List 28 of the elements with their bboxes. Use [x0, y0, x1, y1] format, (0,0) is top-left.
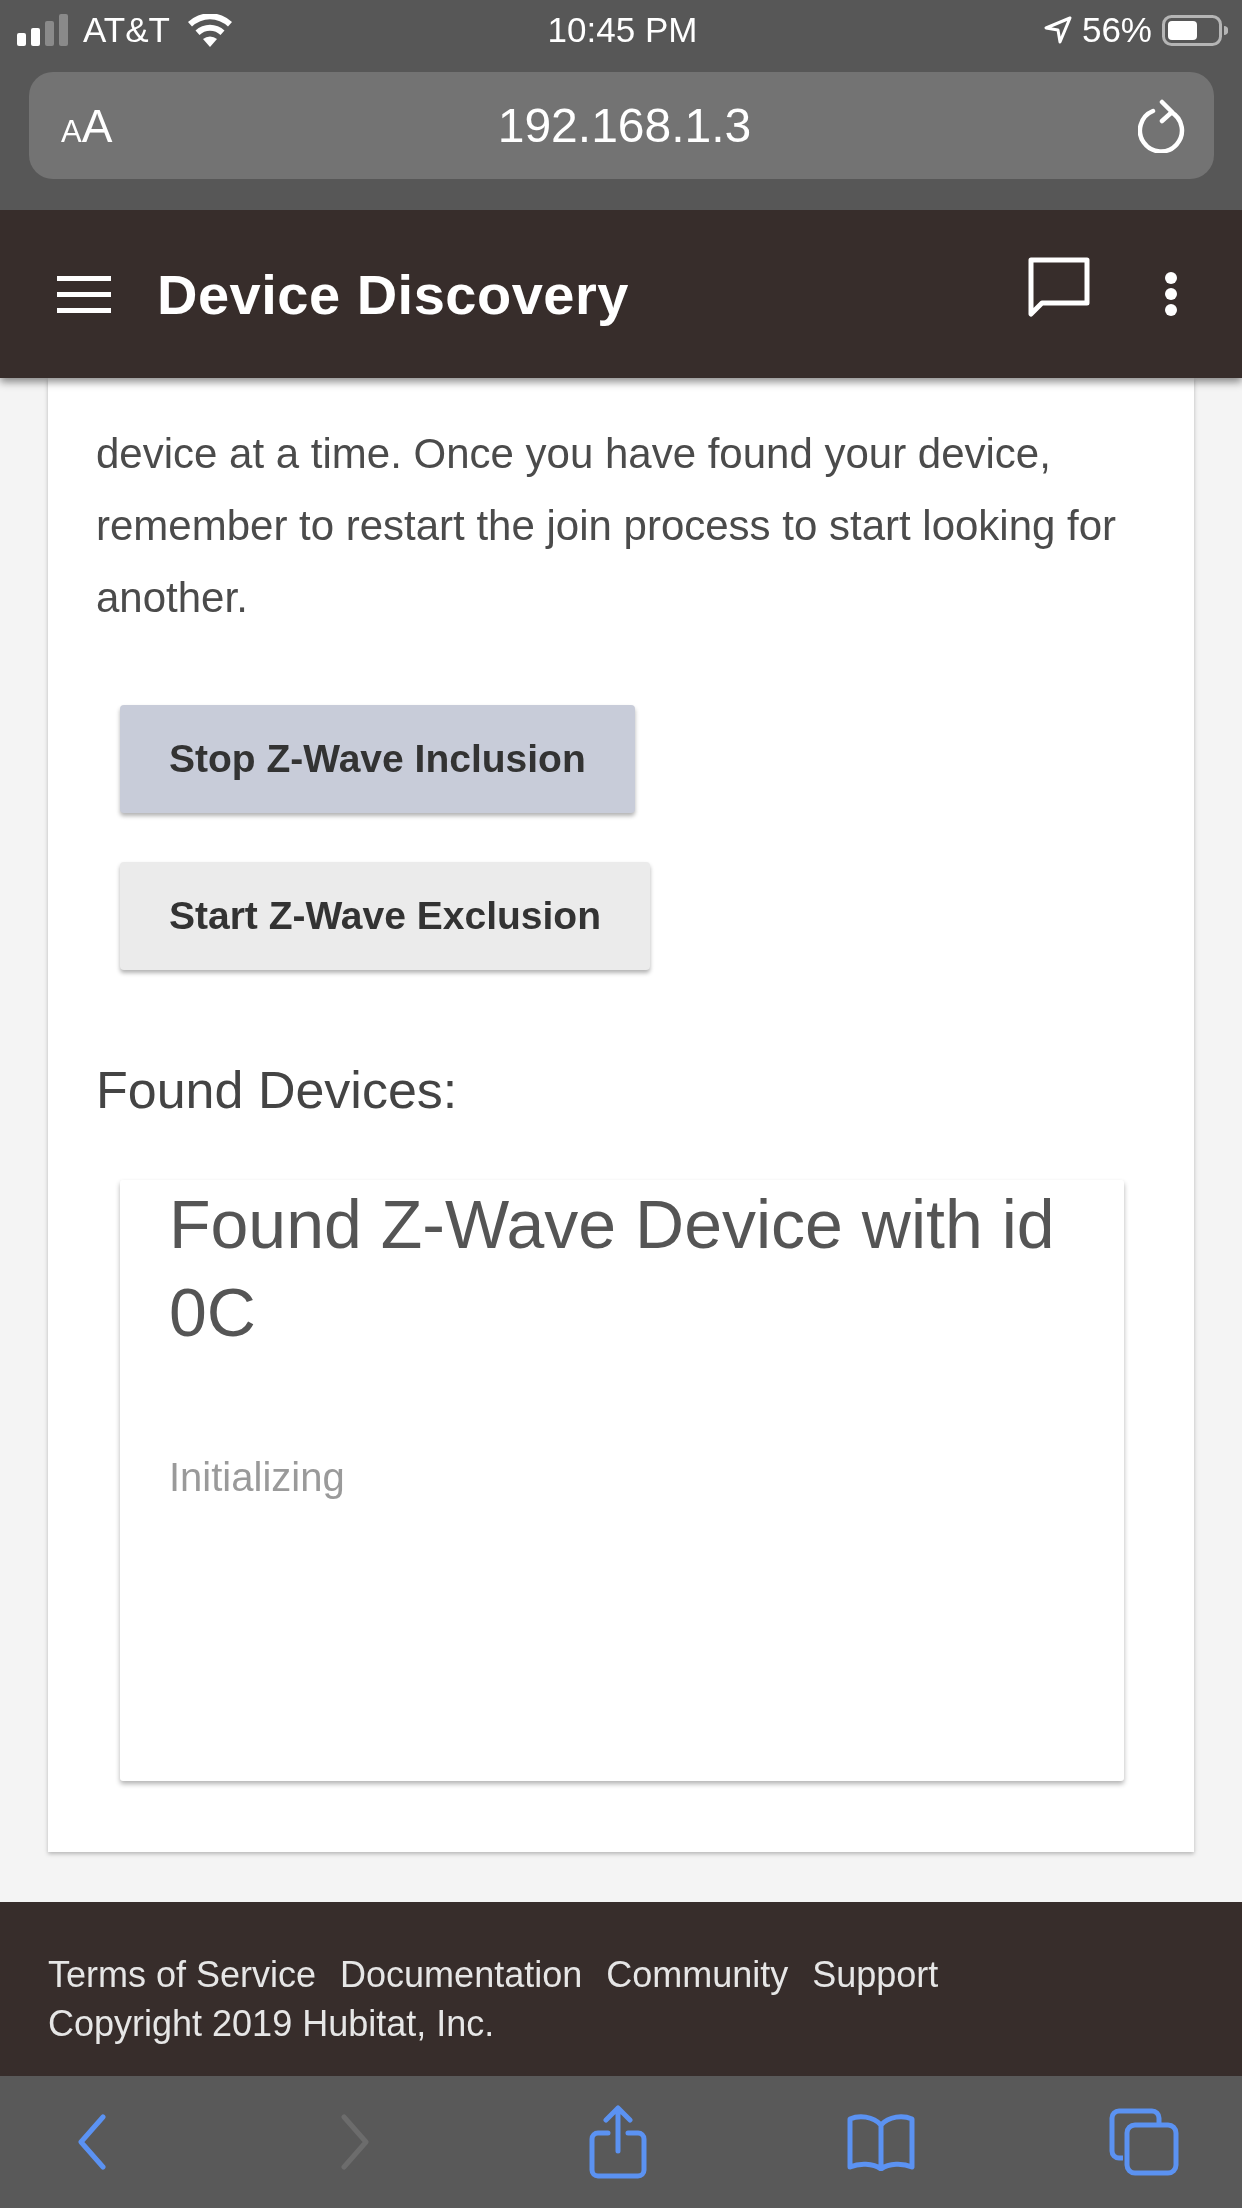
footer-link[interactable]: Community: [606, 1950, 789, 1999]
url-text[interactable]: 192.168.1.3: [497, 98, 752, 153]
copyright-text: Copyright 2019 Hubitat, Inc.: [48, 2002, 496, 2046]
battery-icon: [1162, 14, 1228, 46]
footer-link[interactable]: Support: [812, 1950, 939, 1999]
open-book-icon[interactable]: [846, 2113, 915, 2171]
status-time: 10:45 PM: [547, 10, 698, 50]
wifi-icon: [186, 13, 233, 47]
carrier-name: AT&T: [83, 10, 170, 50]
zwave-action-button[interactable]: Stop Z-Wave Inclusion: [120, 705, 635, 813]
chat-bubble-icon[interactable]: [1028, 257, 1090, 317]
location-arrow-icon: [1043, 16, 1072, 44]
battery-percent: 56%: [1081, 10, 1152, 50]
device-title: Found Z-Wave Device with id 0C: [169, 1185, 1056, 1352]
overlapping-squares-icon[interactable]: [1108, 2108, 1179, 2176]
text-size-button[interactable]: AA: [61, 102, 113, 149]
page-title: Device Discovery: [157, 261, 630, 327]
signal-bars-icon: [17, 14, 69, 46]
share-icon[interactable]: [589, 2105, 647, 2179]
section-heading: Found Devices:: [96, 1060, 459, 1120]
footer-link[interactable]: Documentation: [340, 1950, 583, 1999]
device-status: Initializing: [169, 1454, 346, 1501]
zwave-action-button[interactable]: Start Z-Wave Exclusion: [120, 862, 650, 970]
footer-link[interactable]: Terms of Service: [48, 1950, 317, 1999]
more-options-icon[interactable]: [1162, 271, 1180, 317]
intro-paragraph: device at a time. Once you have found your device, remember to restart the join process to start looking for another.: [96, 429, 1118, 623]
chevron-left-icon[interactable]: [77, 2114, 108, 2170]
menu-icon[interactable]: [57, 275, 111, 313]
